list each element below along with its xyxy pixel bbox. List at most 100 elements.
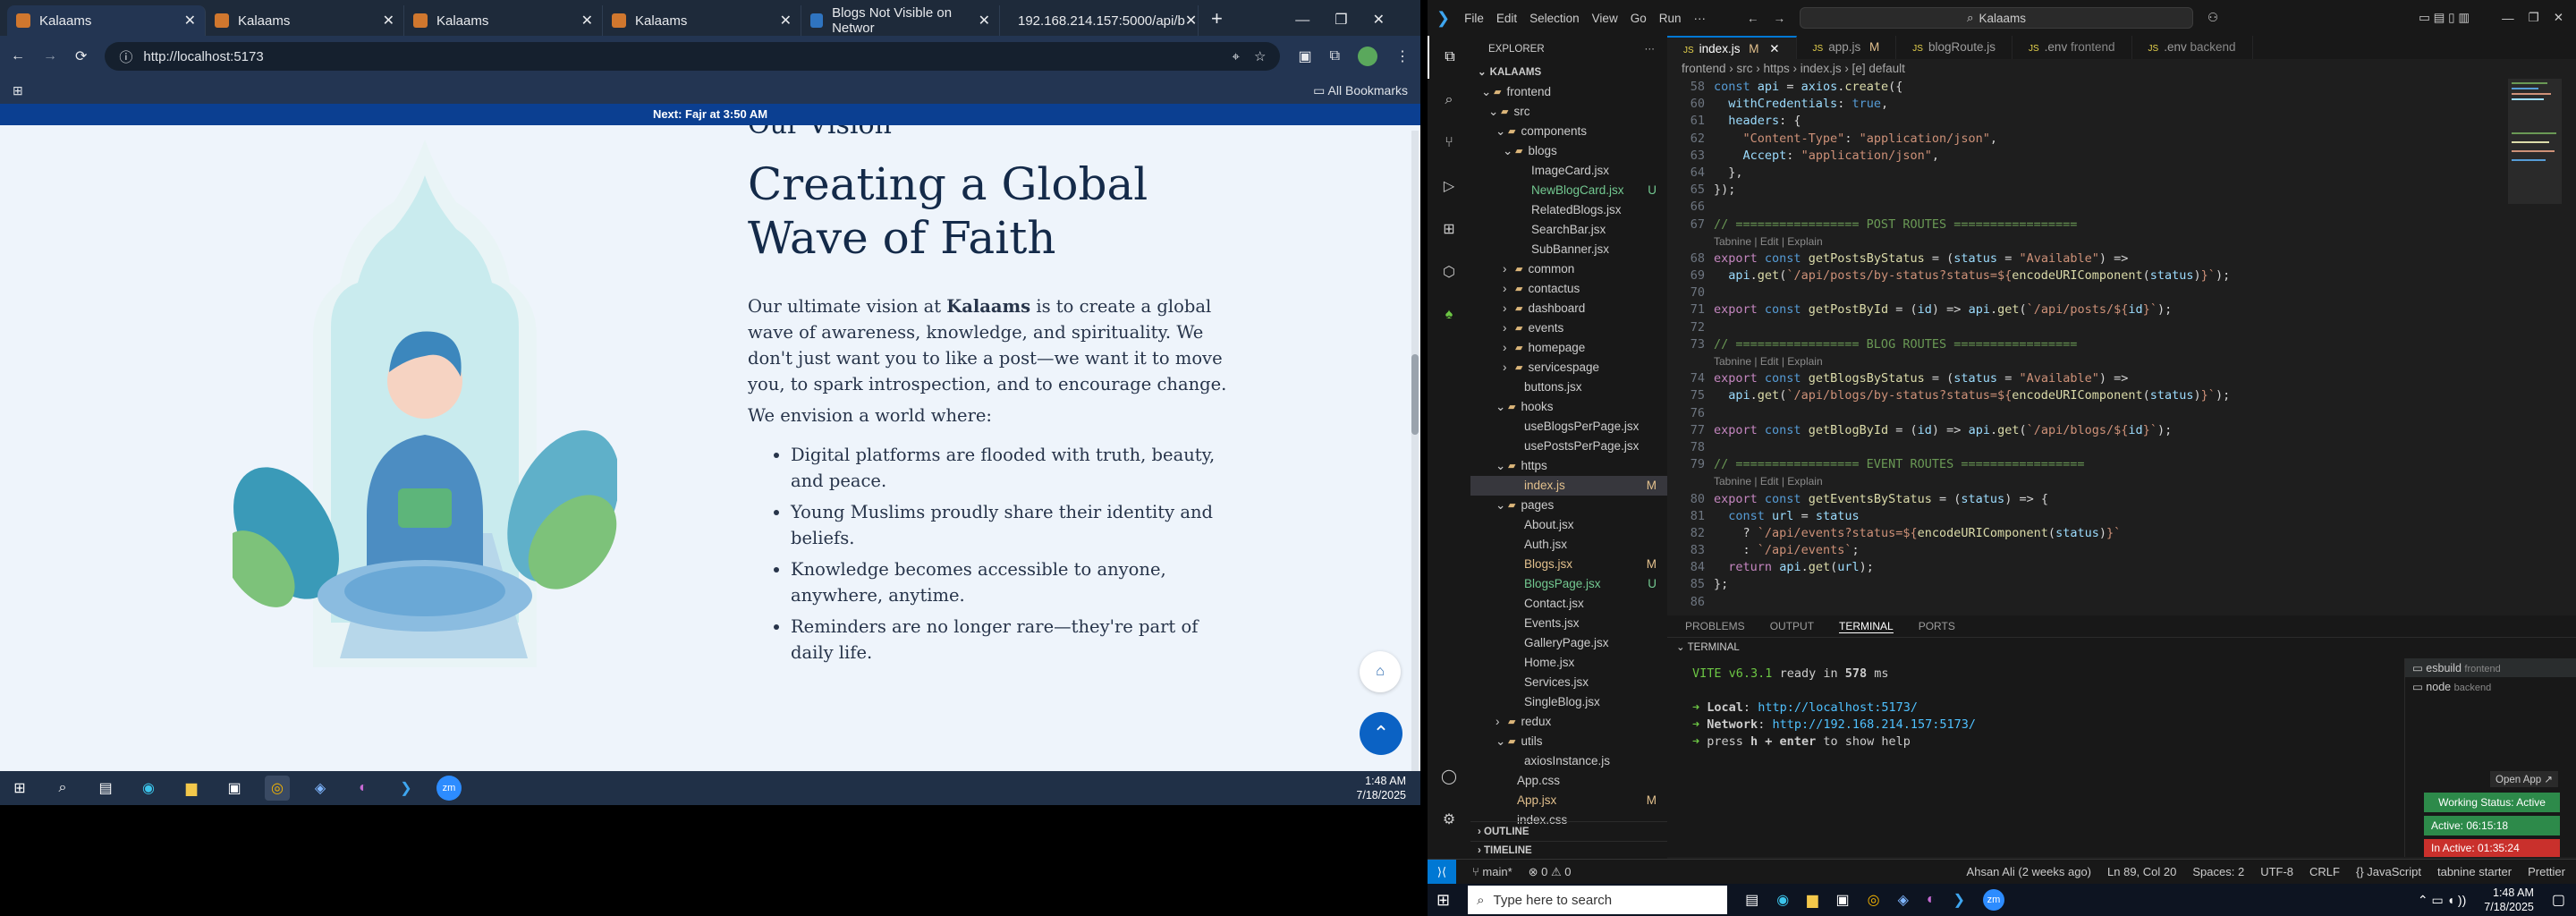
search-icon[interactable]: ⌕ [50,776,75,801]
tree-file[interactable]: GalleryPage.jsx [1470,633,1667,653]
minimize-icon[interactable]: — [2502,12,2514,25]
code-line[interactable]: 60 withCredentials: true, [1667,96,2576,113]
copilot-icon[interactable]: ◈ [1898,891,1909,909]
close-tab-icon[interactable]: ✕ [1769,42,1779,55]
close-tab-icon[interactable]: ✕ [780,12,792,30]
status-item[interactable]: Spaces: 2 [2192,865,2244,878]
tree-file[interactable]: Events.jsx [1470,614,1667,633]
menu-item[interactable]: ··· [1693,12,1706,25]
code-line[interactable]: 72 [1667,319,2576,336]
tree-file[interactable]: ImageCard.jsx [1470,161,1667,181]
browser-tab[interactable]: 192.168.214.157:5000/api/b ✕ [1000,5,1199,36]
code-line[interactable]: 61 headers: { [1667,113,2576,130]
tree-folder[interactable]: › ▰ common [1470,259,1667,279]
tree-folder[interactable]: › ▰ redux [1470,712,1667,732]
open-app-button[interactable]: Open App ↗ [2490,771,2558,787]
status-item[interactable]: Prettier [2528,865,2565,878]
tree-file[interactable]: buttons.jsx [1470,377,1667,397]
panel-tab[interactable]: PROBLEMS [1685,620,1745,632]
tree-folder[interactable]: ⌄ ▰ https [1470,456,1667,476]
extensions-icon[interactable]: ⊞ [1428,208,1470,250]
code-editor[interactable]: JS index.js M ✕ JS app.js M JS blogRoute.js JS… [1667,36,2576,609]
code-line[interactable]: 58 const api = axios.create({ [1667,79,2576,96]
more-actions-icon[interactable]: ··· [1645,36,1656,63]
tree-file[interactable]: RelatedBlogs.jsx [1470,200,1667,220]
site-info-icon[interactable]: ⓘ [119,47,132,66]
code-line[interactable]: 83 : `/api/events`; [1667,542,2576,559]
tree-file[interactable]: About.jsx [1470,515,1667,535]
status-item[interactable]: UTF-8 [2260,865,2293,878]
edge-icon[interactable]: ◉ [1776,891,1789,909]
status-item[interactable]: Ln 89, Col 20 [2107,865,2176,878]
back-icon[interactable]: ← [11,48,25,64]
task-view-icon[interactable]: ▤ [1745,891,1758,909]
tree-file[interactable]: Auth.jsx [1470,535,1667,555]
maximize-icon[interactable]: ❐ [2529,11,2539,25]
code-line[interactable]: 65}); [1667,182,2576,199]
tree-folder[interactable]: ⌄ ▰ hooks [1470,397,1667,417]
code-line[interactable]: 82 ? `/api/events?status=${encodeURIComp… [1667,525,2576,542]
store-icon[interactable]: ▣ [1836,891,1850,909]
code-line[interactable]: 78 [1667,439,2576,456]
panel-tab[interactable]: PORTS [1919,620,1955,632]
menu-item[interactable]: Go [1631,12,1647,25]
tree-file[interactable]: usePostsPerPage.jsx [1470,437,1667,456]
settings-gear-icon[interactable]: ⚙ [1428,798,1470,841]
layout-icon[interactable]: ▭ ▤ ▯ ▥ [2419,11,2470,25]
code-area[interactable]: 58 const api = axios.create({60 withCrede… [1667,79,2576,611]
browser-tab[interactable]: Kalaams ✕ [206,5,404,36]
file-explorer-icon[interactable]: ▆ [1807,891,1818,909]
github-icon[interactable]: ◐ [351,776,376,801]
close-tab-icon[interactable]: ✕ [383,12,394,30]
editor-tab[interactable]: JS .env backend [2132,36,2253,59]
code-line[interactable]: Tabnine | Edit | Explain [1667,473,2576,490]
close-tab-icon[interactable]: ✕ [581,12,593,30]
code-line[interactable]: 73 // ================= BLOG ROUTES =====… [1667,336,2576,353]
menu-item[interactable]: File [1464,12,1484,25]
menu-item[interactable]: Selection [1530,12,1580,25]
code-line[interactable]: 80 export const getEventsByStatus = (stat… [1667,491,2576,508]
panel-tab[interactable]: TERMINAL [1839,620,1894,633]
file-explorer-icon[interactable]: ▆ [179,776,204,801]
nav-back-icon[interactable]: ← [1747,12,1759,25]
code-line[interactable]: 62 "Content-Type": "application/json", [1667,131,2576,148]
code-line[interactable]: 66 [1667,199,2576,216]
forward-icon[interactable]: → [43,48,57,64]
close-tab-icon[interactable]: ✕ [1185,12,1197,30]
tree-file[interactable]: App.css [1470,771,1667,791]
tree-file[interactable]: axiosInstance.js [1470,751,1667,771]
browser-tab[interactable]: Kalaams ✕ [7,5,206,36]
tree-folder[interactable]: ⌄ ▰ frontend [1470,82,1667,102]
source-control-icon[interactable]: ⑂ [1428,122,1470,165]
code-line[interactable]: 71 export const getPostById = (id) => api… [1667,301,2576,318]
tree-file[interactable]: index.js M [1470,476,1667,496]
account-icon[interactable]: ◯ [1428,755,1470,798]
tree-file[interactable]: SubBanner.jsx [1470,240,1667,259]
close-tab-icon[interactable]: ✕ [184,12,196,30]
chrome-icon[interactable]: ◎ [1868,891,1880,909]
project-root[interactable]: ⌄ KALAAMS [1470,63,1667,82]
all-bookmarks[interactable]: ▭ All Bookmarks [1313,83,1408,98]
code-line[interactable]: 69 api.get(`/api/posts/by-status?status=… [1667,267,2576,284]
taskbar-search-box[interactable]: ⌕ Type here to search [1468,886,1728,914]
zoom-icon[interactable]: zm [436,776,462,801]
remote-icon[interactable]: ⬡ [1428,250,1470,293]
windows-start-icon[interactable]: ⊞ [7,776,32,801]
puzzle-icon[interactable]: ⧉ [1330,48,1340,64]
scroll-to-top-button[interactable]: ⌃ [1360,712,1402,755]
terminal-instance[interactable]: ▭ node backend [2405,677,2576,696]
terminal-instance[interactable]: ▭ esbuild frontend [2405,658,2576,677]
code-line[interactable]: 67 // ================= POST ROUTES =====… [1667,216,2576,233]
tree-folder[interactable]: ⌄ ▰ pages [1470,496,1667,515]
close-tab-icon[interactable]: ✕ [979,12,990,30]
new-tab-icon[interactable]: + [1211,7,1223,30]
tree-folder[interactable]: ⌄ ▰ blogs [1470,141,1667,161]
tree-file[interactable]: SingleBlog.jsx [1470,692,1667,712]
extension-icon[interactable]: ▣ [1298,47,1311,65]
store-icon[interactable]: ▣ [222,776,247,801]
editor-tab[interactable]: JS app.js M [1797,36,1897,59]
tree-file[interactable]: Services.jsx [1470,673,1667,692]
status-item[interactable]: tabnine starter [2437,865,2512,878]
code-line[interactable]: 68 export const getPostsByStatus = (statu… [1667,250,2576,267]
tree-folder[interactable]: › ▰ homepage [1470,338,1667,358]
